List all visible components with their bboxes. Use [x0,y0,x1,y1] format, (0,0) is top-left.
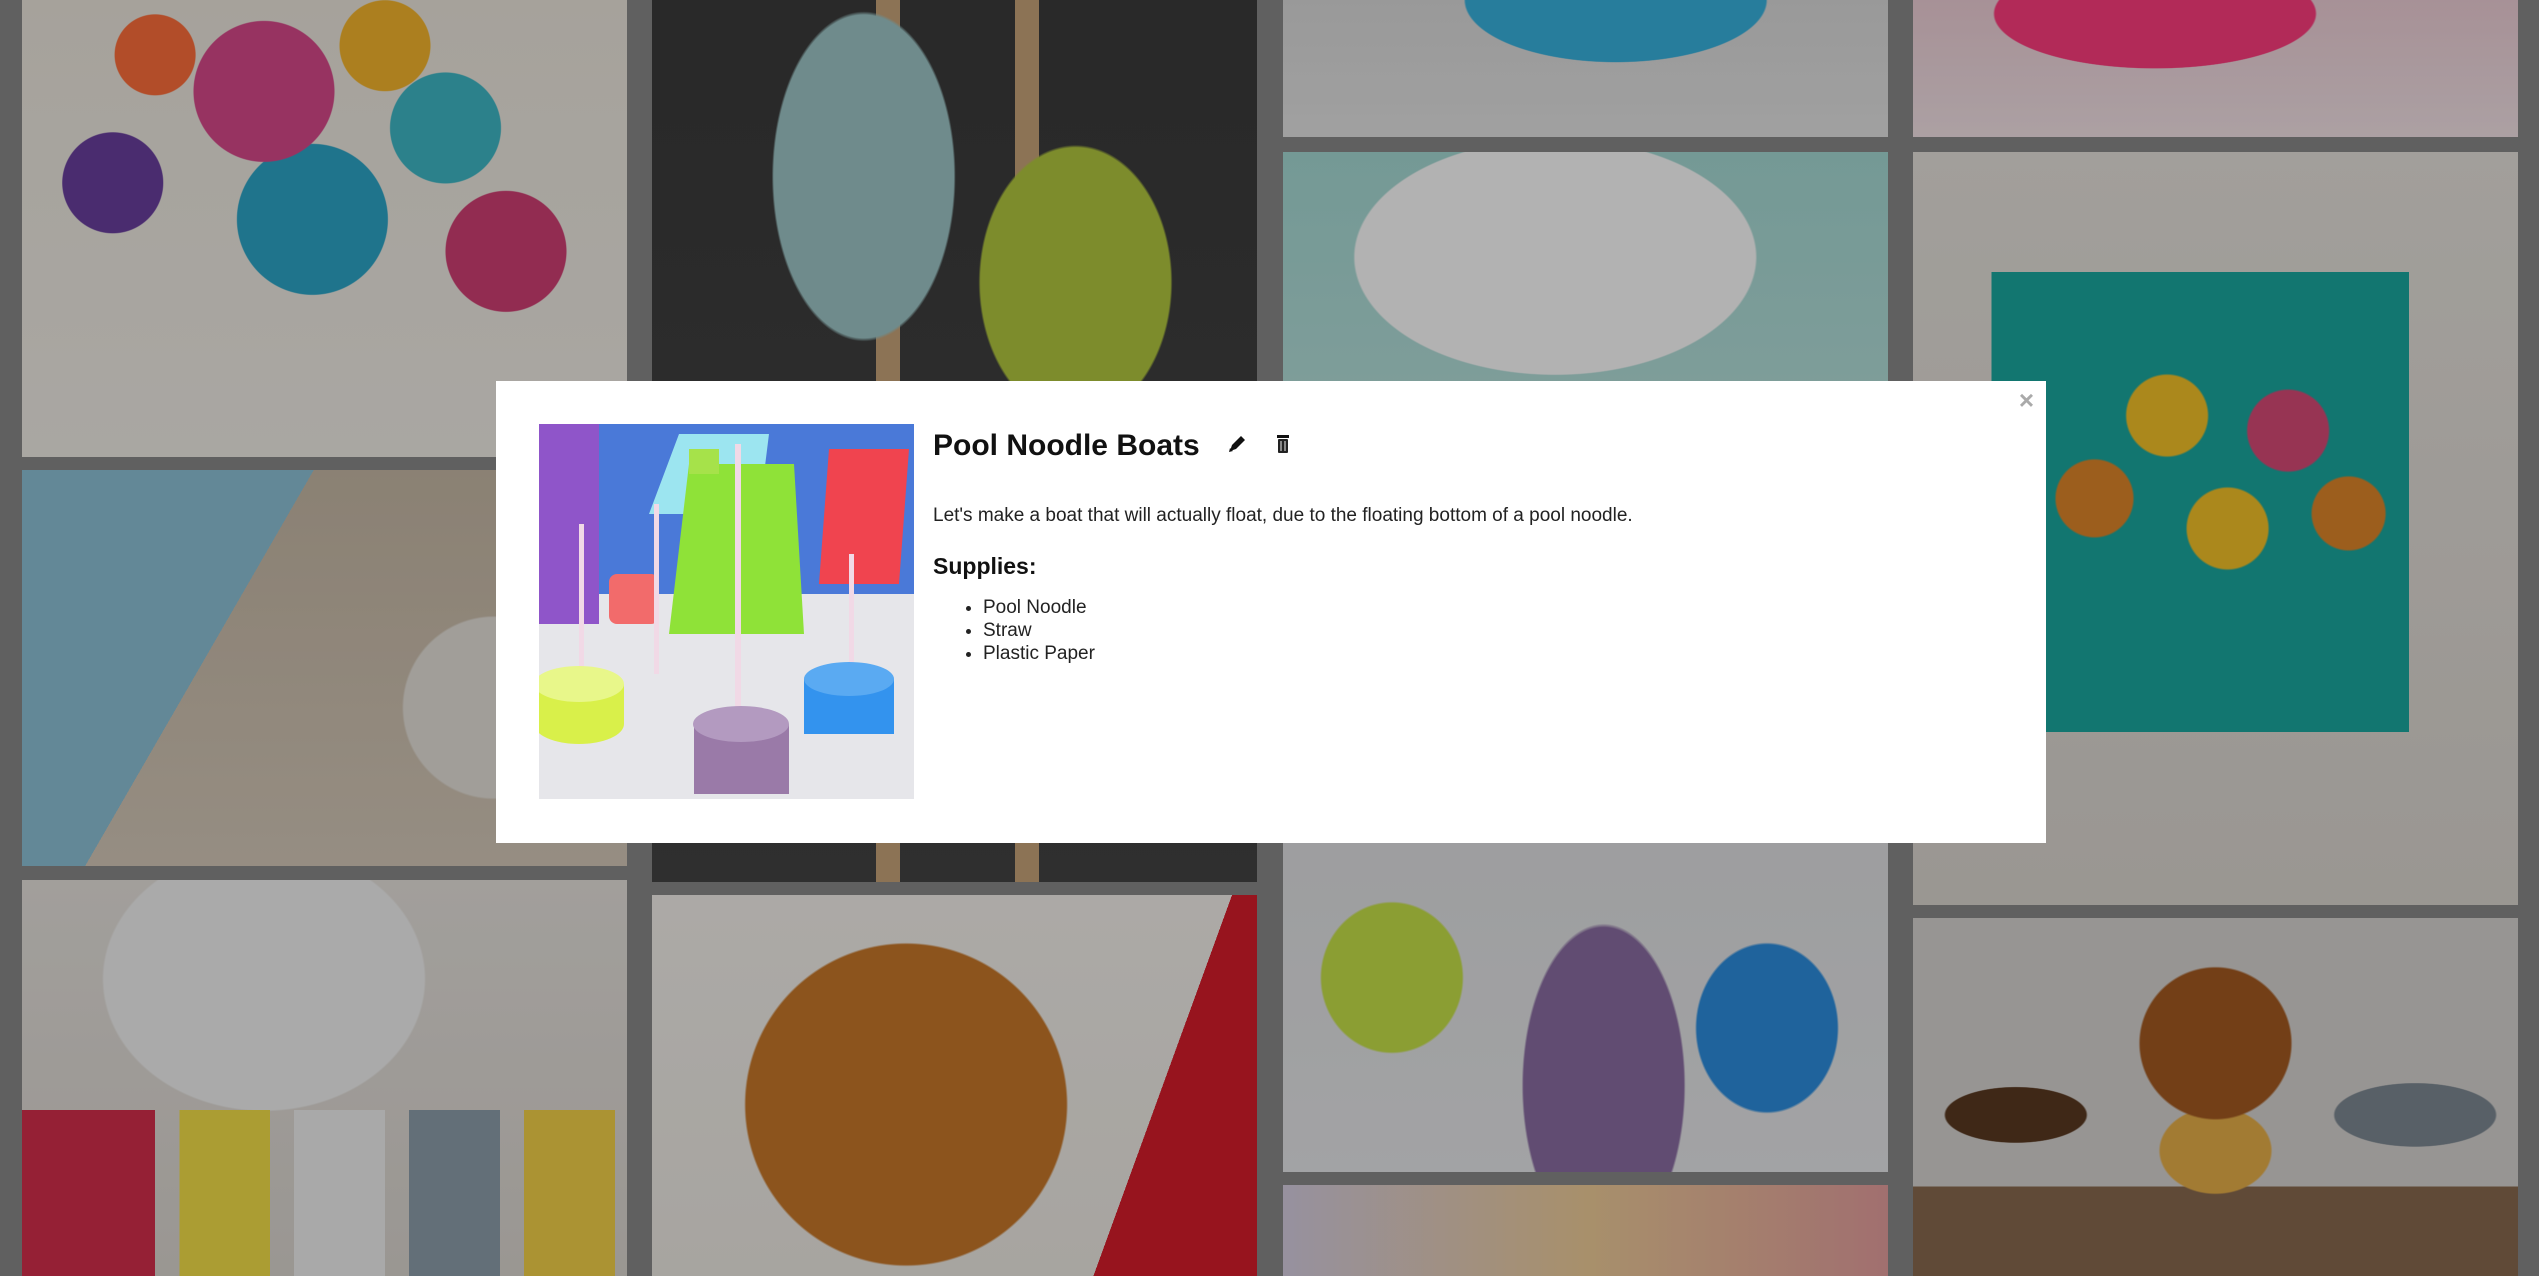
close-button[interactable]: × [2019,387,2034,413]
supply-item: Straw [983,619,2006,642]
title-row: Pool Noodle Boats [933,429,2006,463]
craft-title: Pool Noodle Boats [933,429,1200,462]
pool-noodle-boats-image [539,424,914,799]
pencil-icon[interactable] [1226,433,1248,460]
craft-image [539,424,914,799]
supplies-heading: Supplies: [933,553,1037,579]
supplies-list: Pool Noodle Straw Plastic Paper [933,596,2006,665]
trash-icon[interactable] [1274,433,1292,460]
craft-detail-modal: × Pool Noodle Boats Let's make a boat th… [496,381,2046,843]
craft-description: Let's make a boat that will actually flo… [933,505,1633,526]
supply-item: Plastic Paper [983,642,2006,665]
craft-details: Pool Noodle Boats Let's make a boat that… [933,429,2006,665]
supply-item: Pool Noodle [983,596,2006,619]
